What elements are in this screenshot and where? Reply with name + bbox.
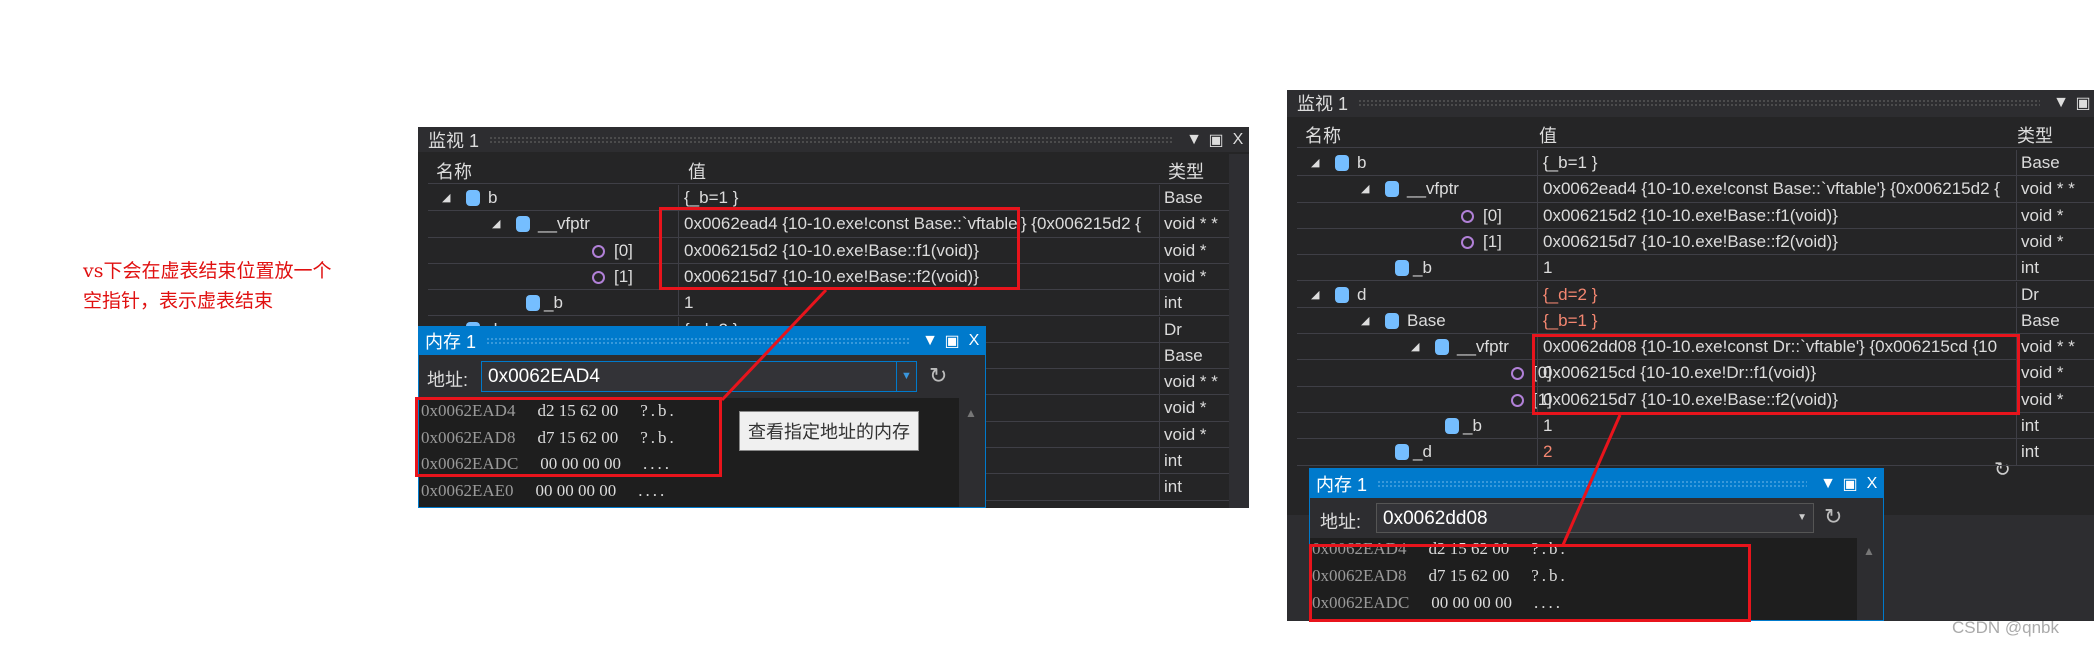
connector-line-left bbox=[720, 288, 828, 402]
connector-lines bbox=[720, 288, 1622, 546]
watermark: CSDN @qnbk bbox=[1952, 618, 2060, 637]
connector-line-right bbox=[1561, 414, 1622, 546]
